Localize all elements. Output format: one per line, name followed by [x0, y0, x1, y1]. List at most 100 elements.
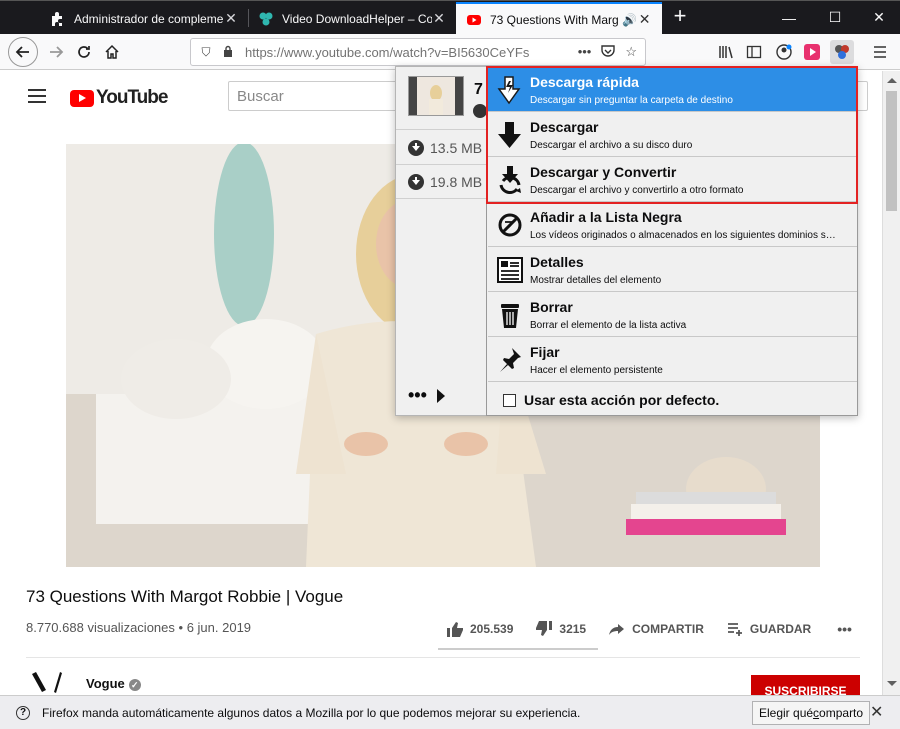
view-count: 8.770.688 visualizaciones: [26, 620, 175, 635]
youtube-logo-text: YouTube: [96, 87, 168, 108]
save-button[interactable]: GUARDAR: [726, 620, 811, 638]
notification-text: Firefox manda automáticamente algunos da…: [42, 705, 581, 720]
puzzle-icon: [52, 11, 62, 26]
verified-icon: ✓: [128, 678, 141, 691]
share-icon: [609, 624, 625, 635]
menu-item-quick-download[interactable]: Descarga rápida Descargar sin preguntar …: [488, 68, 857, 112]
close-icon[interactable]: ✕: [870, 702, 883, 722]
menu-item-blacklist[interactable]: Añadir a la Lista Negra Los vídeos origi…: [488, 203, 857, 247]
variant-19mb[interactable]: 19.8 MB: [408, 174, 482, 190]
more-actions-button[interactable]: •••: [837, 621, 852, 637]
menu-item-delete[interactable]: Borrar Borrar el elemento de la lista ac…: [488, 293, 857, 337]
scroll-thumb[interactable]: [886, 91, 897, 211]
menu-item-details[interactable]: Detalles Mostrar detalles del elemento: [488, 248, 857, 292]
page-actions-button[interactable]: •••: [578, 44, 592, 61]
lock-icon[interactable]: [217, 45, 239, 60]
default-action-checkbox[interactable]: [503, 393, 516, 407]
pocket-icon[interactable]: [601, 44, 616, 61]
action-menu: Descarga rápida Descargar sin preguntar …: [486, 66, 858, 416]
close-icon[interactable]: ✕: [637, 11, 652, 28]
publish-date: 6 jun. 2019: [186, 620, 252, 635]
minimize-button[interactable]: —: [766, 1, 812, 34]
forward-button[interactable]: [42, 38, 70, 66]
guide-menu-icon[interactable]: [28, 89, 46, 103]
tab-downloadhelper[interactable]: Video DownloadHelper – Consi… ✕: [248, 2, 456, 35]
like-count: 205.539: [470, 622, 514, 636]
menu-item-title: Descargar y Convertir: [530, 164, 677, 180]
channel-avatar[interactable]: [28, 668, 72, 694]
speaker-icon[interactable]: 🔊: [622, 13, 637, 27]
library-icon[interactable]: [714, 40, 738, 64]
pin-icon: [500, 348, 521, 372]
menu-item-title: Descarga rápida: [530, 74, 639, 90]
close-window-button[interactable]: ✕: [856, 1, 900, 34]
dislike-button[interactable]: 3215: [535, 620, 586, 638]
menu-item-download[interactable]: Descargar Descargar el archivo a su disc…: [488, 113, 857, 157]
shield-icon[interactable]: ⛉: [195, 45, 217, 60]
item-title: 7: [474, 81, 483, 98]
menu-item-desc: Descargar sin preguntar la carpeta de de…: [530, 95, 733, 106]
home-icon: [105, 44, 119, 59]
default-action-label: Usar esta acción por defecto.: [524, 392, 720, 408]
reload-icon: [78, 46, 90, 58]
subscribe-button[interactable]: SUSCRIBIRSE: [751, 675, 860, 695]
video-thumbnail[interactable]: [408, 76, 464, 116]
back-button[interactable]: [8, 37, 38, 67]
menu-item-title: Fijar: [530, 344, 560, 360]
youtube-logo[interactable]: YouTube: [70, 87, 168, 109]
downloadhelper-icon: [259, 12, 273, 25]
home-button[interactable]: [98, 38, 126, 66]
play-arrow-icon: [436, 388, 445, 403]
video-extension-icon[interactable]: [800, 40, 824, 64]
separator: [396, 129, 488, 130]
thumbs-down-icon: [536, 621, 553, 636]
close-icon[interactable]: ✕: [224, 10, 238, 27]
download-circle-icon: [408, 174, 424, 190]
download-circle-icon: [408, 140, 424, 156]
more-actions-label: •••: [837, 621, 852, 637]
downloadhelper-toolbar-icon[interactable]: [830, 40, 854, 64]
choose-what-to-share-button[interactable]: Elegir qué c omparto: [752, 701, 871, 725]
like-button[interactable]: 205.539: [446, 620, 513, 638]
url-bar[interactable]: ⛉ https://www.youtube.com/watch?v=BI5630…: [190, 38, 646, 66]
details-icon: [497, 257, 523, 283]
save-label: GUARDAR: [749, 622, 812, 636]
maximize-button[interactable]: ☐: [812, 1, 858, 34]
share-button[interactable]: COMPARTIR: [608, 620, 704, 638]
more-options-button[interactable]: •••: [408, 385, 445, 406]
thumbs-up-icon: [447, 622, 463, 637]
playlist-add-icon: [727, 623, 742, 636]
more-label: •••: [408, 385, 427, 405]
menu-item-desc: Los vídeos originados o almacenados en l…: [530, 230, 836, 241]
download-convert-icon: [499, 166, 521, 194]
video-actions: 205.539 3215 COMPARTIR GUARDAR •••: [446, 620, 874, 638]
scroll-down-icon[interactable]: [887, 681, 897, 686]
download-list: 7 13.5 MB 19.8 MB •••: [396, 67, 488, 415]
menu-item-download-convert[interactable]: Descargar y Convertir Descargar el archi…: [488, 158, 857, 202]
bookmark-star-icon[interactable]: ☆: [625, 44, 637, 61]
account-icon[interactable]: [772, 40, 796, 64]
new-tab-button[interactable]: +: [668, 5, 692, 29]
sidebar-icon[interactable]: [742, 40, 766, 64]
download-icon: [498, 122, 521, 148]
channel-name[interactable]: Vogue ✓: [86, 676, 141, 691]
download-icon[interactable]: [473, 104, 487, 118]
scroll-up-icon[interactable]: [887, 78, 897, 83]
menu-item-title: Añadir a la Lista Negra: [530, 209, 682, 225]
page-scrollbar[interactable]: [882, 71, 900, 695]
hamburger-menu-icon[interactable]: [868, 40, 892, 64]
reload-button[interactable]: [70, 38, 98, 66]
url-text[interactable]: https://www.youtube.com/watch?v=BI5630Ce…: [245, 45, 529, 60]
share-label: COMPARTIR: [632, 622, 704, 636]
divider: [26, 657, 860, 658]
url-host: https://www.youtube.com: [245, 44, 390, 60]
tab-youtube-video[interactable]: 73 Questions With Margot R 🔊 ✕: [456, 2, 662, 35]
variant-13mb[interactable]: 13.5 MB: [408, 140, 482, 156]
close-icon[interactable]: ✕: [432, 10, 446, 27]
separator: [396, 164, 488, 165]
tab-addons[interactable]: Administrador de complementos ✕: [40, 2, 248, 35]
menu-item-pin[interactable]: Fijar Hacer el elemento persistente: [488, 338, 857, 382]
variant-size: 19.8 MB: [430, 174, 483, 190]
default-action-option[interactable]: Usar esta acción por defecto.: [488, 384, 857, 416]
menu-item-title: Detalles: [530, 254, 584, 270]
